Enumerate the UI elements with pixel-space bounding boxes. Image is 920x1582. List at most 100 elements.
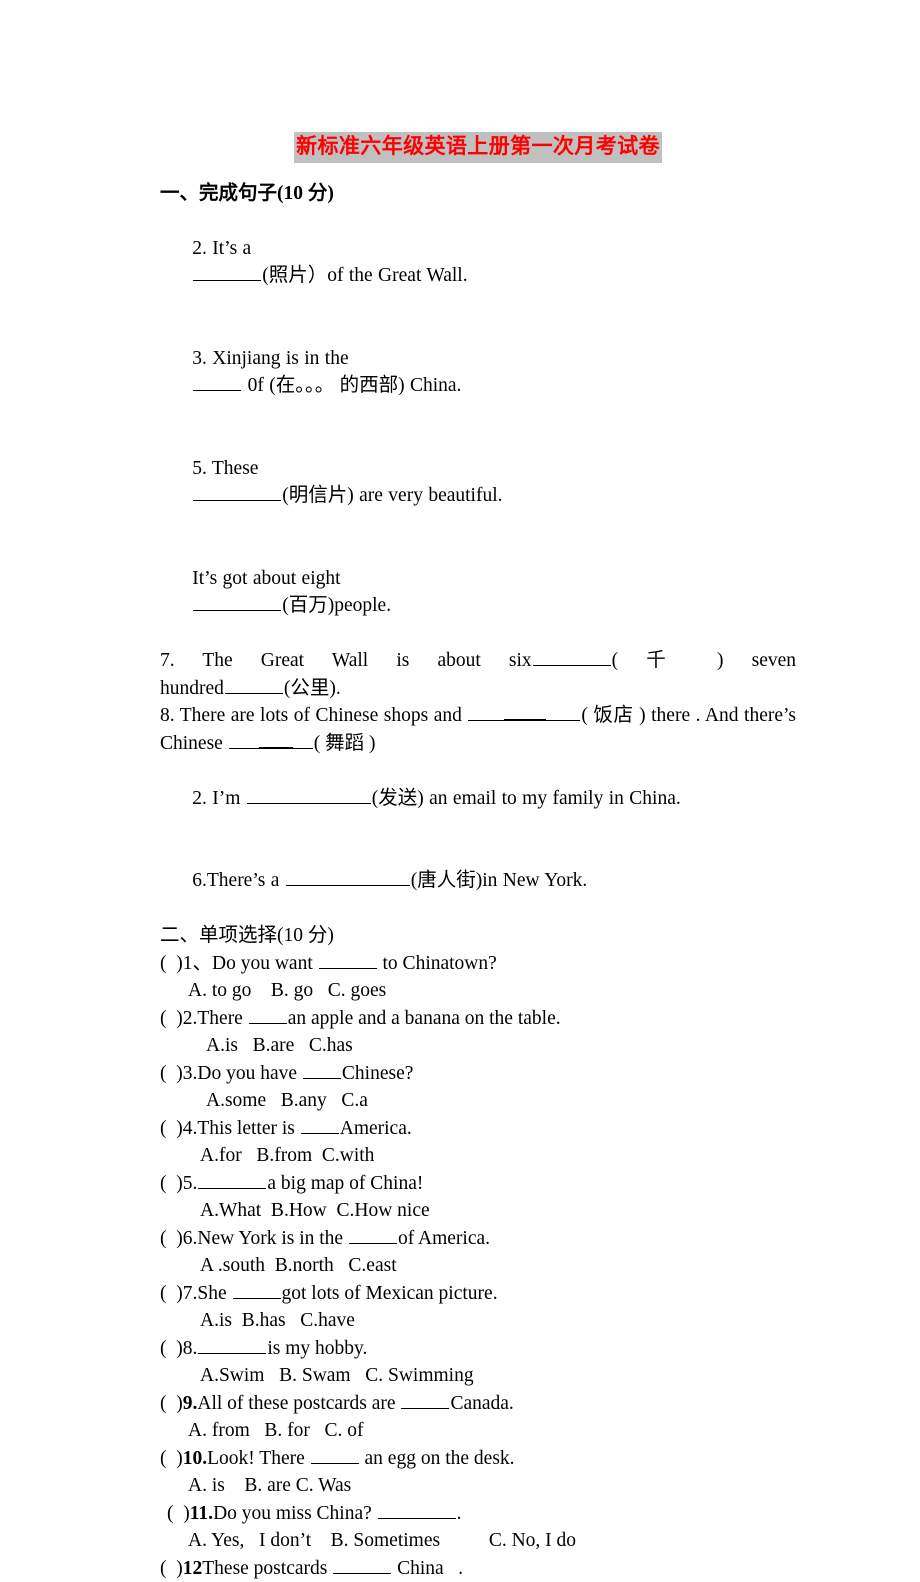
document-page: 新标准六年级英语上册第一次月考试卷 一、完成句子(10 分) 2. It’s a…: [0, 0, 920, 1579]
question-text-post: .: [456, 1502, 462, 1524]
question-number: 8.: [182, 1337, 198, 1359]
fill-item-million-hint: (百万)people.: [282, 595, 392, 617]
answer-blank[interactable]: [193, 266, 262, 282]
mcq-options-2[interactable]: A.is B.are C.has: [160, 1032, 796, 1060]
mcq-question-3: ( )3.Do you have Chinese?: [160, 1060, 796, 1088]
mcq-options-1[interactable]: A. to go B. go C. goes: [160, 977, 796, 1005]
answer-blank[interactable]: [198, 1174, 267, 1189]
answer-bracket[interactable]: ( ): [167, 1503, 190, 1524]
mcq-question-8: ( )8. is my hobby.: [160, 1335, 796, 1363]
answer-blank[interactable]: [193, 486, 282, 502]
answer-bracket[interactable]: ( ): [160, 953, 183, 974]
mcq-options-8[interactable]: A.Swim B. Swam C. Swimming: [160, 1362, 796, 1390]
question-number: 1、: [182, 952, 213, 974]
answer-bracket[interactable]: ( ): [160, 1448, 183, 1469]
document-content: 新标准六年级英语上册第一次月考试卷 一、完成句子(10 分) 2. It’s a…: [160, 0, 796, 1582]
mcq-question-6: ( )6.New York is in the of America.: [160, 1225, 796, 1253]
answer-blank[interactable]: [248, 1009, 287, 1024]
section-2-heading: 二、单项选择(10 分): [160, 925, 334, 947]
question-text-pre: This letter is: [197, 1117, 300, 1139]
answer-bracket[interactable]: ( ): [160, 1008, 183, 1029]
fill-item-send-hint: (发送) an email to my family in China.: [371, 787, 681, 809]
fill-item-5-prefix: 5. These: [192, 457, 259, 479]
fill-item-3-hint: 0f (在。。。 的西部) China.: [242, 375, 462, 397]
question-text-pre: Look! There: [207, 1447, 310, 1469]
w: Wall: [331, 650, 369, 672]
answer-blank[interactable]: [310, 1449, 359, 1464]
answer-blank[interactable]: [468, 702, 581, 730]
question-text-post: of America.: [397, 1227, 491, 1249]
answer-blank[interactable]: [333, 1559, 392, 1574]
question-number: 10.: [182, 1447, 208, 1469]
mcq-options-5[interactable]: A.What B.How C.How nice: [160, 1197, 796, 1225]
answer-blank[interactable]: [246, 789, 371, 804]
fill-item-chinatown-prefix: 6.There’s a: [192, 870, 285, 892]
answer-blank[interactable]: [302, 1064, 341, 1079]
fill-item-8-line2-post: ( 舞蹈 ): [313, 732, 376, 754]
question-number: 11.: [189, 1502, 214, 1524]
fill-item-million: It’s got about eight (百万)people.: [160, 537, 796, 647]
question-text-post: an egg on the desk.: [359, 1447, 515, 1469]
fill-item-5-hint: (明信片) are very beautiful.: [282, 485, 503, 507]
answer-bracket[interactable]: ( ): [160, 1283, 183, 1304]
answer-bracket[interactable]: ( ): [160, 1063, 183, 1084]
fill-item-million-prefix: It’s got about eight: [192, 567, 341, 589]
question-number: 7.: [182, 1282, 198, 1304]
mcq-question-7: ( )7.She got lots of Mexican picture.: [160, 1280, 796, 1308]
answer-blank[interactable]: [348, 1229, 397, 1244]
question-text-post: an apple and a banana on the table.: [287, 1007, 561, 1029]
answer-blank[interactable]: [401, 1394, 450, 1409]
fill-item-send-prefix: 2. I’m: [192, 787, 246, 809]
answer-blank[interactable]: [198, 1339, 267, 1354]
answer-blank[interactable]: [300, 1119, 339, 1134]
mcq-options-10[interactable]: A. is B. are C. Was: [160, 1472, 796, 1500]
fill-item-5: 5. These (明信片) are very beautiful.: [160, 427, 796, 537]
answer-bracket[interactable]: ( ): [160, 1338, 183, 1359]
w-nowrap: six ( 千 ): [509, 650, 724, 671]
answer-blank[interactable]: [318, 954, 377, 969]
fill-item-2-prefix: 2. It’s a: [192, 237, 252, 259]
question-text-pre: Do you have: [197, 1062, 302, 1084]
answer-blank[interactable]: [532, 651, 611, 667]
fill-item-7-hint: ( 千 ): [611, 650, 724, 672]
mcq-options-9[interactable]: A. from B. for C. of: [160, 1417, 796, 1445]
question-number: 5.: [182, 1172, 198, 1194]
fill-item-3-prefix: 3. Xinjiang is in the: [192, 347, 349, 369]
answer-bracket[interactable]: ( ): [160, 1558, 183, 1579]
answer-blank[interactable]: [193, 376, 242, 392]
fill-item-2-hint: (照片）of the Great Wall.: [262, 265, 468, 287]
fill-item-2: 2. It’s a (照片）of the Great Wall.: [160, 207, 796, 317]
mcq-options-3[interactable]: A.some B.any C.a: [160, 1087, 796, 1115]
mcq-options-7[interactable]: A.is B.has C.have: [160, 1307, 796, 1335]
mcq-options-11[interactable]: A. Yes, I don’t B. Sometimes C. No, I do: [160, 1527, 796, 1555]
question-text-post: Canada.: [450, 1392, 514, 1414]
fill-item-3: 3. Xinjiang is in the 0f (在。。。 的西部) Chin…: [160, 317, 796, 427]
question-text-pre: New York is in the: [197, 1227, 348, 1249]
mcq-options-6[interactable]: A .south B.north C.east: [160, 1252, 796, 1280]
fill-item-7: 7. The Great Wall is about six ( 千 ) seve…: [160, 647, 796, 702]
answer-blank[interactable]: [224, 679, 283, 694]
w: 7. The: [160, 650, 233, 672]
mcq-question-11: ( )11.Do you miss China? .: [160, 1500, 796, 1528]
question-text-pre: All of these postcards are: [197, 1392, 401, 1414]
question-text-pre: There: [197, 1007, 248, 1029]
answer-bracket[interactable]: ( ): [160, 1393, 183, 1414]
answer-bracket[interactable]: ( ): [160, 1173, 183, 1194]
answer-blank[interactable]: [285, 871, 410, 887]
mcq-options-4[interactable]: A.for B.from C.with: [160, 1142, 796, 1170]
answer-bracket[interactable]: ( ): [160, 1228, 183, 1249]
multiple-choice-list: ( )1、Do you want to Chinatown? A. to go B…: [160, 950, 796, 1582]
fill-item-8-pre: 8. There are lots of Chinese shops and: [160, 705, 468, 727]
w: is: [396, 650, 410, 672]
question-number: 6.: [182, 1227, 198, 1249]
answer-blank[interactable]: [377, 1504, 456, 1519]
answer-bracket[interactable]: ( ): [160, 1118, 183, 1139]
answer-blank[interactable]: [232, 1284, 281, 1299]
answer-blank[interactable]: [193, 596, 282, 612]
w: seven: [751, 650, 797, 672]
question-number: 4.: [182, 1117, 198, 1139]
fill-item-chinatown-hint: (唐人街)in New York.: [410, 870, 588, 892]
answer-blank[interactable]: [228, 730, 313, 758]
mcq-question-9: ( )9.All of these postcards are Canada.: [160, 1390, 796, 1418]
section-1-heading: 一、完成句子(10 分): [160, 182, 334, 204]
